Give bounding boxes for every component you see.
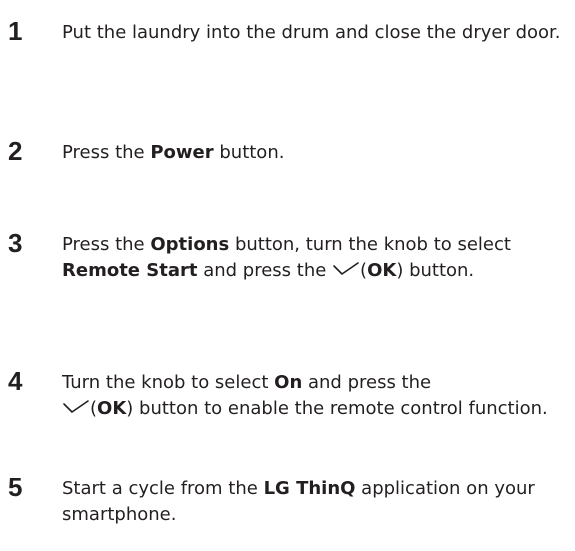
- ok-button-label: OK: [97, 398, 127, 419]
- step-text-segment: Press the: [62, 142, 151, 163]
- step-text: Press the Options button, turn the knob …: [62, 232, 562, 284]
- step-number: 3: [8, 228, 23, 258]
- step-text: Start a cycle from the LG ThinQ applicat…: [62, 476, 562, 528]
- remote-start-label: Remote Start: [62, 260, 198, 281]
- step-text-segment: Put the laundry into the drum and close …: [62, 22, 561, 43]
- check-icon: [62, 399, 90, 415]
- step-number: 4: [8, 366, 23, 396]
- step-number: 1: [8, 16, 23, 46]
- ok-button-label: OK: [367, 260, 397, 281]
- instruction-steps: 1 Put the laundry into the drum and clos…: [0, 0, 575, 551]
- step-text-segment: button, turn the knob to select: [229, 234, 511, 255]
- step-text: Press the Power button.: [62, 140, 562, 166]
- step-text-segment: Press the: [62, 234, 151, 255]
- step-text-segment: (: [360, 260, 368, 281]
- step-text-segment: Start a cycle from the: [62, 478, 264, 499]
- step-text-segment: and press the: [197, 260, 333, 281]
- step-text-segment: button.: [213, 142, 285, 163]
- step-text-segment: and press the: [302, 372, 432, 393]
- check-icon: [332, 261, 360, 277]
- power-button-label: Power: [150, 142, 214, 163]
- step-number: 2: [8, 136, 23, 166]
- step-text-segment: button.: [403, 260, 475, 281]
- step-text-segment: (: [90, 398, 98, 419]
- options-button-label: Options: [150, 234, 230, 255]
- lg-thinq-app-label: LG ThinQ: [263, 478, 356, 499]
- step-number: 5: [8, 472, 23, 502]
- step-text-segment: Turn the knob to select: [62, 372, 275, 393]
- step-text: Put the laundry into the drum and close …: [62, 20, 562, 46]
- step-text: Turn the knob to select On and press the…: [62, 370, 562, 422]
- on-option-label: On: [274, 372, 303, 393]
- step-text-segment: button to enable the remote control func…: [133, 398, 548, 419]
